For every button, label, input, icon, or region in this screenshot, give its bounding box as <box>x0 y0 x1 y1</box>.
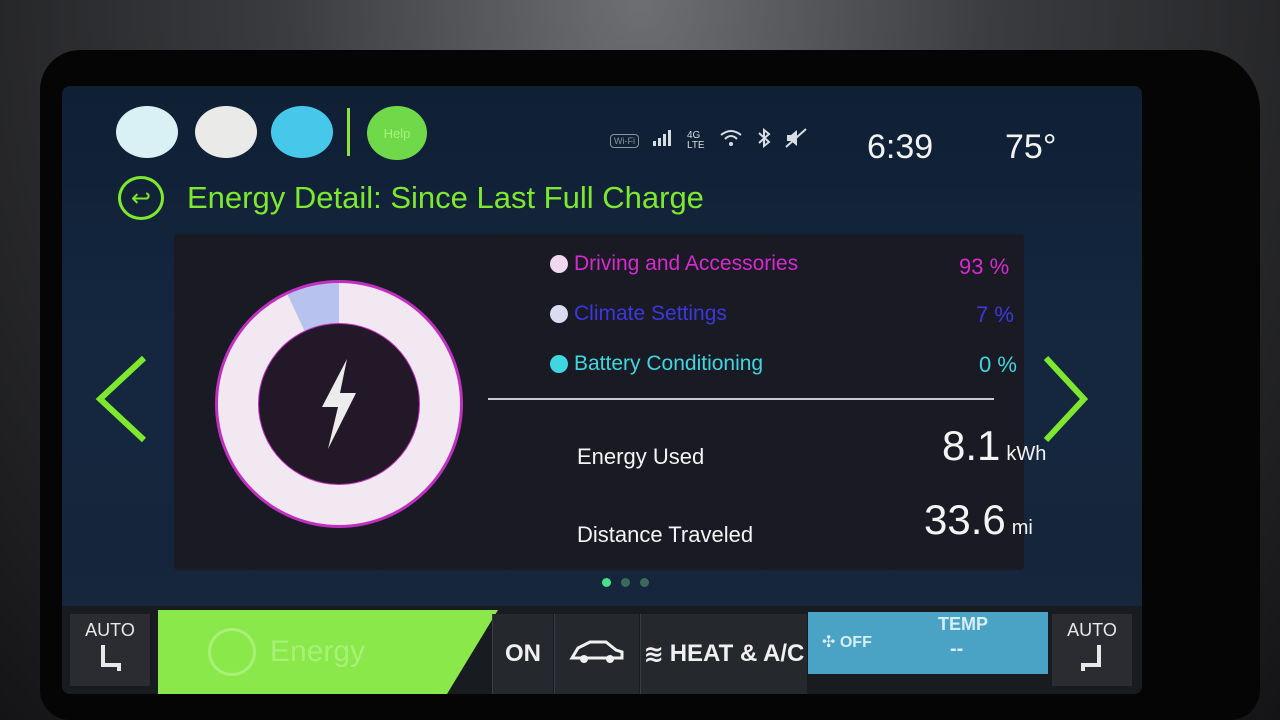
energy-used-number: 8.1 <box>942 422 1001 469</box>
wifi-icon <box>719 129 743 152</box>
lte-bottom-label: LTE <box>687 139 705 151</box>
page-dot-2[interactable] <box>621 578 630 587</box>
page-indicator <box>602 578 649 587</box>
temp-value: -- <box>950 638 964 660</box>
page-dot-3[interactable] <box>640 578 649 587</box>
energy-detail-panel: Driving and Accessories 93 % Climate Set… <box>174 234 1046 570</box>
outside-temperature: 75° <box>1005 128 1057 166</box>
heated-seat-icon-right <box>1077 641 1107 678</box>
legend-percent-battery: 0 % <box>979 352 1017 377</box>
next-page-arrow-icon[interactable] <box>1040 354 1090 444</box>
previous-page-arrow-icon[interactable] <box>92 354 152 444</box>
left-auto-label: AUTO <box>85 620 135 640</box>
climate-on-button[interactable]: ON <box>492 614 553 694</box>
legend-dot-driving <box>550 255 568 273</box>
page-dot-1[interactable] <box>602 578 611 587</box>
energy-tab[interactable]: Energy <box>158 610 498 694</box>
energy-used-label: Energy Used <box>577 444 705 469</box>
legend-percent-driving: 93 % <box>959 254 1010 279</box>
heat-ac-button[interactable]: ≋ HEAT & A/C <box>640 614 807 694</box>
right-auto-label: AUTO <box>1067 620 1117 640</box>
help-button[interactable]: Help <box>367 106 427 160</box>
distance-traveled-label: Distance Traveled <box>577 522 754 547</box>
energy-tab-icon <box>208 628 256 676</box>
left-auto-seat-button[interactable]: AUTO <box>70 614 150 686</box>
distance-traveled-number: 33.6 <box>924 496 1006 543</box>
legend-dot-battery <box>550 355 568 373</box>
legend-row-climate: Climate Settings <box>550 302 727 326</box>
distance-traveled-unit: mi <box>1011 517 1033 539</box>
recirculation-button[interactable] <box>554 614 639 694</box>
legend-divider <box>488 398 994 400</box>
legend-dot-climate <box>550 305 568 323</box>
legend-label-climate: Climate Settings <box>574 302 727 325</box>
heated-seat-icon <box>95 641 125 678</box>
legend-label-battery: Battery Conditioning <box>574 352 764 375</box>
right-auto-seat-button[interactable]: AUTO <box>1052 614 1132 686</box>
wifi-hotspot-icon: Wi-Fi <box>610 133 639 148</box>
fan-temp-panel[interactable]: ✣ OFF TEMP -- <box>808 612 1048 674</box>
distance-traveled-value: 33.6 mi <box>924 496 1033 544</box>
fan-off-label: OFF <box>839 634 872 651</box>
lte-top-label: 4G <box>687 129 701 141</box>
back-arrow-icon: ↩ <box>130 184 152 212</box>
infotainment-screen: Help Wi-Fi 4G LTE 6:39 75° ↩ Energy Deta… <box>62 86 1142 694</box>
mute-icon <box>784 128 807 153</box>
legend-row-driving: Driving and Accessories <box>550 252 798 276</box>
fan-icon: ✣ <box>822 634 836 651</box>
app-shortcut-2[interactable] <box>195 106 257 158</box>
page-title: Energy Detail: Since Last Full Charge <box>187 180 704 215</box>
energy-used-unit: kWh <box>1006 443 1047 465</box>
legend-label-driving: Driving and Accessories <box>574 252 799 275</box>
energy-tab-label: Energy <box>270 635 366 668</box>
energy-donut-chart <box>215 280 463 528</box>
lte-icon: 4G LTE <box>687 129 705 151</box>
temp-label: TEMP <box>938 614 989 634</box>
app-shortcut-1[interactable] <box>116 106 178 158</box>
back-button[interactable]: ↩ <box>118 176 164 220</box>
top-divider <box>347 108 350 156</box>
signal-icon <box>653 130 673 151</box>
heat-ac-label: HEAT & A/C <box>669 640 805 667</box>
energy-used-value: 8.1 kWh <box>942 422 1046 470</box>
legend-row-battery: Battery Conditioning <box>550 352 763 376</box>
bluetooth-icon <box>757 127 771 153</box>
heat-wave-icon: ≋ <box>643 640 664 668</box>
climate-on-label: ON <box>505 640 541 667</box>
status-icons: Wi-Fi 4G LTE <box>610 127 807 153</box>
fan-off-control[interactable]: ✣ OFF <box>822 632 872 652</box>
clock: 6:39 <box>867 128 934 166</box>
car-recirculation-icon <box>568 638 626 671</box>
legend-percent-climate: 7 % <box>976 302 1014 327</box>
climate-bottom-bar: AUTO Energy ON ≋ HEAT & A/C ✣ OFF TEMP -… <box>62 606 1142 694</box>
app-shortcut-3[interactable] <box>271 106 333 158</box>
